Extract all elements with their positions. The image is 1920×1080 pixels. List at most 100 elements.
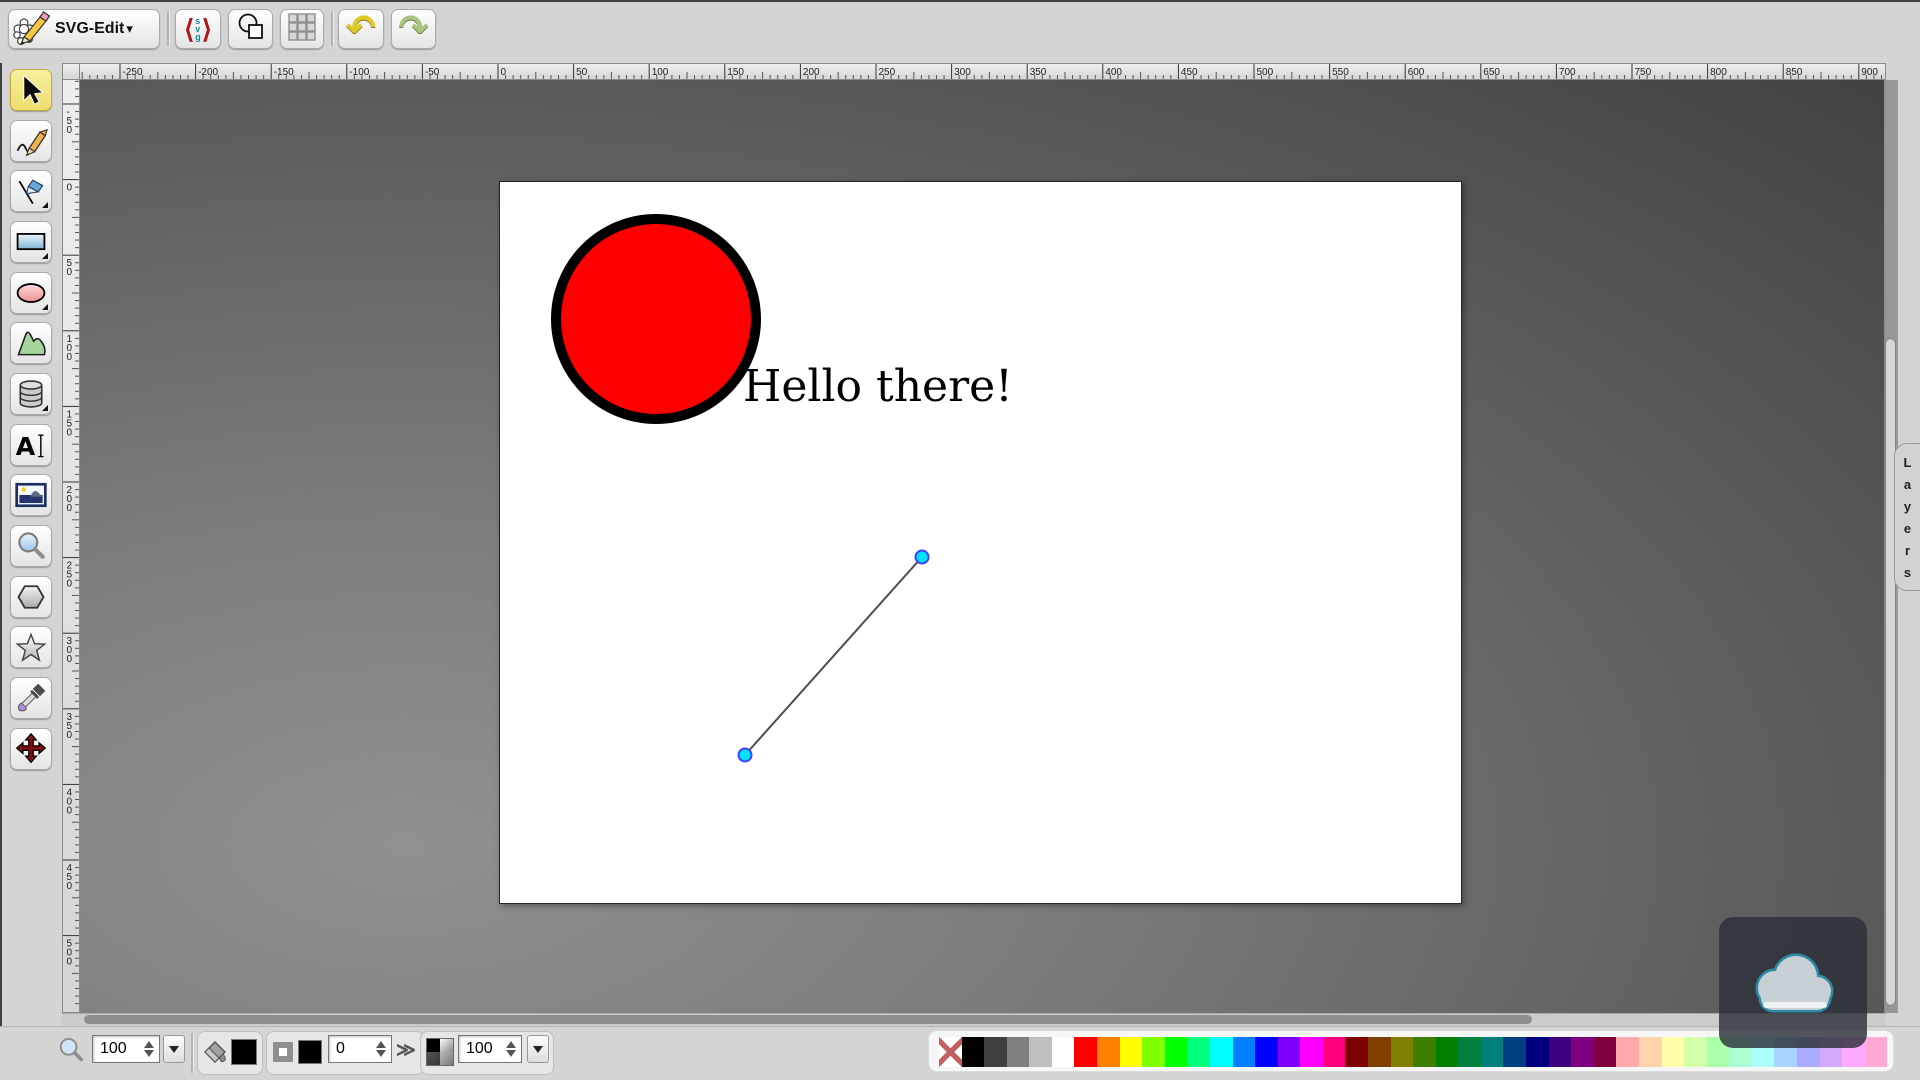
palette-swatch[interactable] xyxy=(1233,1037,1256,1067)
palette-swatch[interactable] xyxy=(1345,1037,1368,1067)
drawing-canvas[interactable]: Hello there! xyxy=(499,181,1462,904)
stroke-icon xyxy=(271,1040,295,1069)
palette-swatch[interactable] xyxy=(962,1037,985,1067)
palette-swatch[interactable] xyxy=(1662,1037,1685,1067)
undo-button[interactable]: ↶ xyxy=(338,9,384,49)
palette-swatch[interactable] xyxy=(1142,1037,1165,1067)
ruler-corner-box xyxy=(62,63,80,80)
palette-swatch[interactable] xyxy=(1616,1037,1639,1067)
tool-star[interactable] xyxy=(10,626,52,668)
tool-ellipse[interactable] xyxy=(10,272,52,314)
svg-text:0: 0 xyxy=(67,352,73,363)
opacity-input[interactable]: 100 xyxy=(458,1035,522,1063)
svg-text:350: 350 xyxy=(1030,67,1047,78)
canvas-red-circle[interactable] xyxy=(556,219,756,419)
chevron-down-icon xyxy=(533,1046,543,1053)
palette-swatch[interactable] xyxy=(1549,1037,1572,1067)
palette-swatch[interactable] xyxy=(1323,1037,1346,1067)
line-grip-start[interactable] xyxy=(739,749,752,762)
palette-swatch[interactable] xyxy=(1210,1037,1233,1067)
more-options-button[interactable]: ≫ xyxy=(396,1039,416,1062)
palette-swatch[interactable] xyxy=(1481,1037,1504,1067)
palette-swatch[interactable] xyxy=(1594,1037,1617,1067)
cloud-widget[interactable] xyxy=(1719,917,1867,1048)
tool-zoom[interactable] xyxy=(10,525,52,567)
palette-swatch[interactable] xyxy=(1007,1037,1030,1067)
palette-swatch[interactable] xyxy=(1526,1037,1549,1067)
palette-swatch[interactable] xyxy=(1571,1037,1594,1067)
palette-swatch[interactable] xyxy=(1120,1037,1143,1067)
tool-eyedropper[interactable] xyxy=(10,677,52,719)
palette-swatch[interactable] xyxy=(1255,1037,1278,1067)
svg-text:450: 450 xyxy=(1181,67,1198,78)
tool-line[interactable] xyxy=(10,170,52,212)
zoom-input[interactable]: 100 xyxy=(92,1035,160,1063)
svg-text:800: 800 xyxy=(1710,67,1727,78)
svg-text:400: 400 xyxy=(1105,67,1122,78)
grid-icon xyxy=(287,12,317,47)
stroke-color-swatch[interactable] xyxy=(298,1040,322,1064)
palette-swatch-none[interactable] xyxy=(939,1037,962,1067)
tool-move[interactable] xyxy=(10,728,52,770)
palette-swatch[interactable] xyxy=(1300,1037,1323,1067)
zoom-spinner[interactable] xyxy=(142,1041,159,1057)
stroke-width-input[interactable]: 0 xyxy=(328,1035,392,1063)
flyout-arrow-icon xyxy=(42,304,48,310)
fill-color-swatch[interactable] xyxy=(231,1039,257,1065)
svg-text:0: 0 xyxy=(67,957,73,968)
workspace-background[interactable]: Hello there! xyxy=(80,80,1886,1013)
tool-image[interactable] xyxy=(10,474,52,516)
main-menu-button[interactable]: SVG-Edit ▾ xyxy=(8,9,160,49)
palette-swatch[interactable] xyxy=(1684,1037,1707,1067)
svg-text:0: 0 xyxy=(67,654,73,665)
palette-swatch[interactable] xyxy=(1413,1037,1436,1067)
opacity-spinner[interactable] xyxy=(504,1041,521,1057)
opacity-dropdown-button[interactable] xyxy=(527,1035,549,1063)
edit-source-button[interactable]: ⟨ svg ⟩ xyxy=(175,9,221,49)
palette-swatch[interactable] xyxy=(1097,1037,1120,1067)
palette-swatch[interactable] xyxy=(1074,1037,1097,1067)
grid-button[interactable] xyxy=(280,9,324,49)
palette-swatch[interactable] xyxy=(1458,1037,1481,1067)
palette-swatch[interactable] xyxy=(1029,1037,1052,1067)
palette-swatch[interactable] xyxy=(1865,1037,1888,1067)
svg-text:0: 0 xyxy=(67,881,73,892)
redo-button[interactable]: ↷ xyxy=(391,9,436,49)
tool-rectangle[interactable] xyxy=(10,221,52,263)
palette-swatch[interactable] xyxy=(1503,1037,1526,1067)
clone-button[interactable] xyxy=(228,9,273,49)
palette-swatch[interactable] xyxy=(1391,1037,1414,1067)
tool-text[interactable]: A xyxy=(10,424,52,466)
tool-shape-library[interactable] xyxy=(10,373,52,415)
tool-path[interactable] xyxy=(10,322,52,364)
tool-pencil[interactable] xyxy=(10,120,52,162)
star-icon xyxy=(14,630,48,664)
path-icon xyxy=(14,326,48,360)
palette-swatch[interactable] xyxy=(1436,1037,1459,1067)
line-grip-end[interactable] xyxy=(916,551,929,564)
canvas-text[interactable]: Hello there! xyxy=(743,361,1013,412)
layers-panel-tab[interactable]: Layers xyxy=(1894,443,1920,591)
palette-swatch[interactable] xyxy=(1368,1037,1391,1067)
horizontal-scrollbar-thumb[interactable] xyxy=(84,1015,1532,1024)
zoom-dropdown-button[interactable] xyxy=(163,1035,185,1063)
canvas-line[interactable] xyxy=(745,557,922,755)
svg-text:0: 0 xyxy=(67,730,73,741)
palette-swatch[interactable] xyxy=(1052,1037,1075,1067)
palette-swatch[interactable] xyxy=(984,1037,1007,1067)
zoom-magnifier-icon xyxy=(56,1035,86,1070)
svg-text:-200: -200 xyxy=(198,67,218,78)
stroke-width-spinner[interactable] xyxy=(374,1041,391,1057)
gradient-pick-icon[interactable] xyxy=(426,1038,454,1066)
tool-select[interactable] xyxy=(10,69,52,111)
palette-swatch[interactable] xyxy=(1639,1037,1662,1067)
opacity-value: 100 xyxy=(459,1040,504,1058)
flyout-arrow-icon xyxy=(42,202,48,208)
svg-text:150: 150 xyxy=(727,67,744,78)
vertical-scrollbar-thumb[interactable] xyxy=(1885,338,1896,1006)
svg-text:200: 200 xyxy=(803,67,820,78)
palette-swatch[interactable] xyxy=(1165,1037,1188,1067)
palette-swatch[interactable] xyxy=(1187,1037,1210,1067)
palette-swatch[interactable] xyxy=(1278,1037,1301,1067)
tool-polygon[interactable] xyxy=(10,576,52,618)
